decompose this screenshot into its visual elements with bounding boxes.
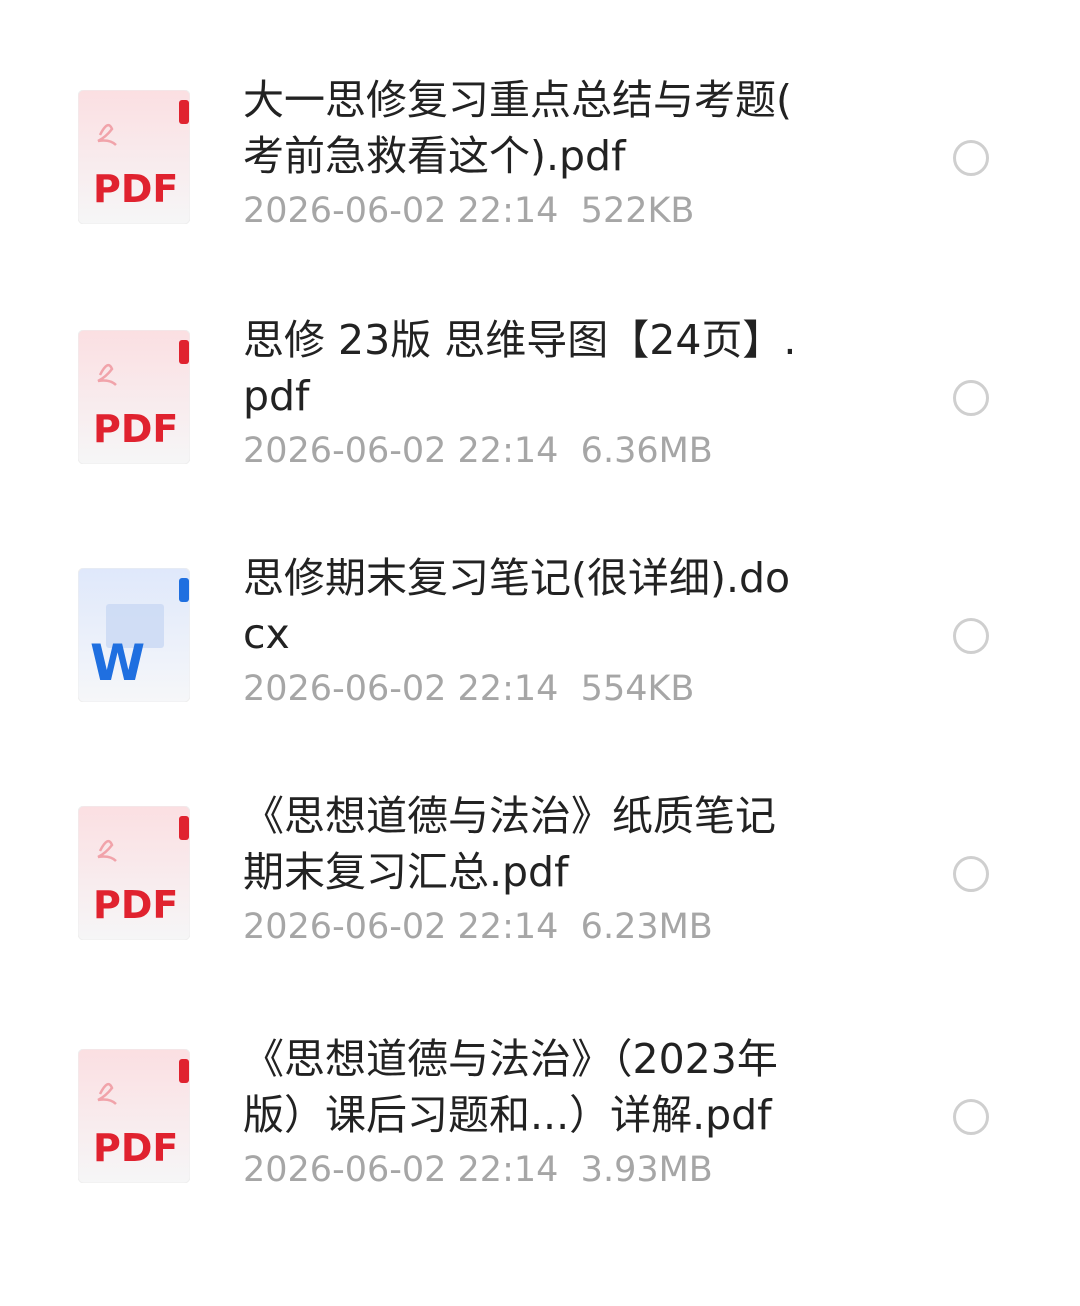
file-text: 思修 23版 思维导图【24页】. pdf 2026-06-02 22:14 6… — [243, 312, 843, 476]
file-name-line: 思修期末复习笔记(很详细).do — [243, 554, 791, 602]
file-name-line: 《思想道德与法治》（2023年 — [243, 1035, 778, 1083]
word-file-icon: W — [78, 568, 190, 702]
file-name-line: 期末复习汇总.pdf — [243, 848, 569, 896]
select-radio[interactable] — [953, 1099, 989, 1135]
file-row[interactable]: W 思修期末复习笔记(很详细).do cx 2026-06-02 22:14 5… — [0, 550, 1080, 720]
file-date: 2026-06-02 22:14 — [243, 669, 559, 709]
file-row[interactable]: PDF 大一思修复习重点总结与考题( 考前急救看这个).pdf 2026-06-… — [0, 72, 1080, 242]
file-meta: 2026-06-02 22:14 6.36MB — [243, 426, 843, 476]
pdf-icon-label: PDF — [93, 883, 178, 927]
file-text: 《思想道德与法治》（2023年 版）课后习题和...）详解.pdf 2026-0… — [243, 1031, 843, 1195]
file-meta: 2026-06-02 22:14 6.23MB — [243, 902, 843, 952]
pdf-icon-label: PDF — [93, 167, 178, 211]
select-radio[interactable] — [953, 856, 989, 892]
file-meta: 2026-06-02 22:14 554KB — [243, 664, 843, 714]
pdf-icon-label: PDF — [93, 1126, 178, 1170]
pdf-file-icon: PDF — [78, 90, 190, 224]
file-size: 6.23MB — [580, 907, 713, 947]
file-list: PDF 大一思修复习重点总结与考题( 考前急救看这个).pdf 2026-06-… — [0, 0, 1080, 1306]
file-name-line: cx — [243, 610, 290, 658]
file-date: 2026-06-02 22:14 — [243, 1150, 559, 1190]
file-name-line: 思修 23版 思维导图【24页】. — [243, 316, 797, 364]
file-text: 大一思修复习重点总结与考题( 考前急救看这个).pdf 2026-06-02 2… — [243, 72, 843, 236]
file-row[interactable]: PDF 《思想道德与法治》（2023年 版）课后习题和...）详解.pdf 20… — [0, 1031, 1080, 1201]
file-size: 522KB — [580, 191, 695, 231]
select-radio[interactable] — [953, 618, 989, 654]
file-name-line: 《思想道德与法治》纸质笔记 — [243, 792, 776, 840]
file-date: 2026-06-02 22:14 — [243, 431, 559, 471]
pdf-file-icon: PDF — [78, 806, 190, 940]
file-name-line: 版）课后习题和...）详解.pdf — [243, 1091, 772, 1139]
file-size: 554KB — [580, 669, 695, 709]
pdf-icon-label: PDF — [93, 407, 178, 451]
file-row[interactable]: PDF 思修 23版 思维导图【24页】. pdf 2026-06-02 22:… — [0, 312, 1080, 482]
file-size: 3.93MB — [580, 1150, 713, 1190]
file-meta: 2026-06-02 22:14 3.93MB — [243, 1145, 843, 1195]
word-icon-label: W — [90, 634, 145, 692]
pdf-file-icon: PDF — [78, 1049, 190, 1183]
file-row[interactable]: PDF 《思想道德与法治》纸质笔记 期末复习汇总.pdf 2026-06-02 … — [0, 788, 1080, 958]
file-size: 6.36MB — [580, 431, 713, 471]
file-name-line: 大一思修复习重点总结与考题( — [243, 76, 792, 124]
pdf-file-icon: PDF — [78, 330, 190, 464]
file-text: 《思想道德与法治》纸质笔记 期末复习汇总.pdf 2026-06-02 22:1… — [243, 788, 843, 952]
file-date: 2026-06-02 22:14 — [243, 191, 559, 231]
file-text: 思修期末复习笔记(很详细).do cx 2026-06-02 22:14 554… — [243, 550, 843, 714]
file-name-line: 考前急救看这个).pdf — [243, 132, 626, 180]
select-radio[interactable] — [953, 380, 989, 416]
file-name-line: pdf — [243, 372, 310, 420]
file-meta: 2026-06-02 22:14 522KB — [243, 186, 843, 236]
select-radio[interactable] — [953, 140, 989, 176]
file-date: 2026-06-02 22:14 — [243, 907, 559, 947]
